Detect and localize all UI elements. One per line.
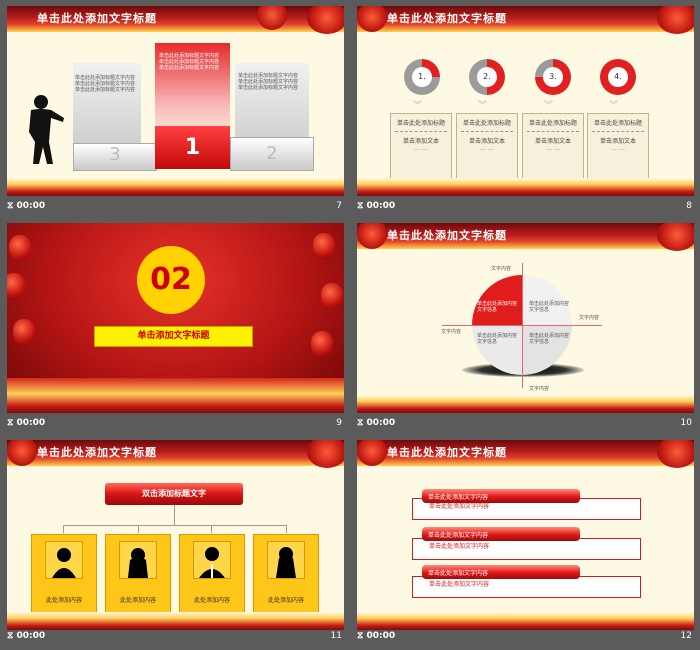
person-avatar-icon bbox=[199, 547, 225, 578]
lantern-icon bbox=[321, 283, 343, 309]
pie-quadrant-tl bbox=[472, 275, 522, 325]
lantern-icon bbox=[313, 233, 335, 259]
lantern-icon bbox=[311, 331, 333, 357]
slide-bottom-decoration bbox=[7, 178, 344, 196]
slide-timer: ⧖ 00:00 bbox=[357, 201, 396, 211]
quadrant-text-tl: 单击此处添加内容文字信息 bbox=[477, 301, 518, 313]
progress-ring-4: 4. bbox=[600, 59, 636, 95]
slide-footer: ⧖ 00:00 9 bbox=[7, 413, 344, 433]
slide-number: 10 bbox=[680, 418, 692, 428]
slide-thumbnail-7[interactable]: 单击此处添加文字标题 单击此处添加标题文字内容 单击此处添加标题文字内容 单击此… bbox=[7, 6, 344, 216]
podium-text-third: 单击此处添加标题文字内容 单击此处添加标题文字内容 单击此处添加标题文字内容 bbox=[75, 75, 136, 93]
slide-bottom-decoration bbox=[357, 612, 694, 630]
podium-step-1: 1 bbox=[155, 126, 230, 169]
podium-second-panel: 单击此处添加标题文字内容 单击此处添加标题文字内容 单击此处添加标题文字内容 bbox=[235, 63, 309, 143]
slide-canvas: 单击此处添加文字标题 单击此处添加标题文字内容 单击此处添加标题文字内容 单击此… bbox=[7, 6, 344, 196]
progress-ring-2: 2. bbox=[469, 59, 505, 95]
slide-thumbnail-10[interactable]: 单击此处添加文字标题 单击此处添加内容文字信息 单击此处添加内容文字信息 单击此… bbox=[357, 223, 694, 433]
slide-number: 12 bbox=[680, 631, 692, 641]
axis-label-right: 文字内容 bbox=[579, 315, 600, 321]
slide-title: 单击此处添加文字标题 bbox=[387, 446, 507, 459]
slide-number: 8 bbox=[686, 201, 692, 211]
chevron-down-icon: ︾ bbox=[544, 101, 554, 111]
person-card-2[interactable]: 此处添加内容 bbox=[105, 534, 171, 620]
slide-timer: ⧖ 00:00 bbox=[7, 418, 46, 428]
chevron-down-icon: ︾ bbox=[609, 101, 619, 111]
slide-timer: ⧖ 00:00 bbox=[357, 418, 396, 428]
slide-thumbnail-8[interactable]: 单击此处添加文字标题 1. 2. 3. 4. ︾ ︾ ︾ ︾ 单击此处添加标题 … bbox=[357, 6, 694, 216]
lantern-icon bbox=[7, 273, 25, 299]
slide-footer: ⧖ 00:00 8 bbox=[357, 196, 694, 216]
slide-bottom-decoration bbox=[357, 395, 694, 413]
slide-footer: ⧖ 00:00 7 bbox=[7, 196, 344, 216]
quadrant-text-br: 单击此处添加内容文字信息 bbox=[529, 333, 570, 345]
quadrant-text-bl: 单击此处添加内容文字信息 bbox=[477, 333, 518, 345]
axis-horizontal bbox=[442, 325, 602, 326]
quadrant-text-tr: 单击此处添加内容文字信息 bbox=[529, 301, 570, 313]
slide-timer: ⧖ 00:00 bbox=[7, 201, 46, 211]
person-card-3[interactable]: 此处添加内容 bbox=[179, 534, 245, 620]
progress-ring-1: 1. bbox=[404, 59, 440, 95]
slide-title: 单击此处添加文字标题 bbox=[37, 446, 157, 459]
lantern-icon bbox=[13, 319, 35, 345]
presenter-silhouette-icon bbox=[29, 95, 64, 186]
slide-timer: ⧖ 00:00 bbox=[7, 631, 46, 641]
slide-canvas: 单击此处添加文字标题 单击此处添加内容文字信息 单击此处添加内容文字信息 单击此… bbox=[357, 223, 694, 413]
org-connector bbox=[174, 505, 175, 525]
content-bar-2[interactable]: 单击此处添加文字内容 bbox=[422, 527, 580, 541]
podium-text-second: 单击此处添加标题文字内容 单击此处添加标题文字内容 单击此处添加标题文字内容 bbox=[238, 73, 299, 91]
info-card-1[interactable]: 单击此处添加标题 单击添加文本… … bbox=[390, 113, 452, 179]
slide-timer: ⧖ 00:00 bbox=[357, 631, 396, 641]
axis-label-left: 文字内容 bbox=[441, 329, 462, 335]
chevron-down-icon: ︾ bbox=[413, 101, 423, 111]
content-bar-1[interactable]: 单击此处添加文字内容 bbox=[422, 489, 580, 503]
slide-canvas: 02 单击添加文字标题 bbox=[7, 223, 344, 413]
podium-third-panel: 单击此处添加标题文字内容 单击此处添加标题文字内容 单击此处添加标题文字内容 bbox=[73, 63, 141, 143]
person-card-1[interactable]: 此处添加内容 bbox=[31, 534, 97, 620]
org-connector bbox=[63, 525, 287, 526]
person-avatar-icon bbox=[52, 548, 76, 578]
slide-canvas: 单击此处添加文字标题 单击此处添加文字内容 单击此处添加文字内容 单击此处添加文… bbox=[357, 440, 694, 630]
slide-canvas: 单击此处添加文字标题 1. 2. 3. 4. ︾ ︾ ︾ ︾ 单击此处添加标题 … bbox=[357, 6, 694, 196]
slide-number: 9 bbox=[336, 418, 342, 428]
slide-thumbnail-12[interactable]: 单击此处添加文字标题 单击此处添加文字内容 单击此处添加文字内容 单击此处添加文… bbox=[357, 440, 694, 650]
slide-title: 单击此处添加文字标题 bbox=[387, 229, 507, 242]
axis-label-top: 文字内容 bbox=[491, 266, 512, 272]
slide-title: 单击此处添加文字标题 bbox=[37, 12, 157, 25]
progress-ring-3: 3. bbox=[535, 59, 571, 95]
slide-number: 7 bbox=[336, 201, 342, 211]
pie-quadrant-tr bbox=[522, 275, 572, 325]
content-box-3[interactable]: 单击此处添加文字内容 bbox=[412, 576, 641, 598]
axis-label-bottom: 文字内容 bbox=[529, 386, 550, 392]
slide-footer: ⧖ 00:00 10 bbox=[357, 413, 694, 433]
content-box-2[interactable]: 单击此处添加文字内容 bbox=[412, 538, 641, 560]
podium-step-2: 2 bbox=[230, 137, 314, 171]
info-card-2[interactable]: 单击此处添加标题 单击添加文本… … bbox=[456, 113, 518, 179]
slide-footer: ⧖ 00:00 12 bbox=[357, 630, 694, 643]
slide-title: 单击此处添加文字标题 bbox=[387, 12, 507, 25]
info-card-4[interactable]: 单击此处添加标题 单击添加文本… … bbox=[587, 113, 649, 179]
slide-bottom-decoration bbox=[7, 378, 344, 413]
slide-thumbnail-9[interactable]: 02 单击添加文字标题 ⧖ 00:00 9 bbox=[7, 223, 344, 433]
org-head-box[interactable]: 双击添加标题文字 bbox=[105, 483, 243, 505]
chevron-down-icon: ︾ bbox=[478, 101, 488, 111]
slide-bottom-decoration bbox=[7, 612, 344, 630]
person-card-4[interactable]: 此处添加内容 bbox=[253, 534, 319, 620]
podium-step-3: 3 bbox=[73, 143, 157, 171]
podium-text-first: 单击此处添加标题文字内容 单击此处添加标题文字内容 单击此处添加标题文字内容 bbox=[159, 53, 220, 71]
section-subtitle: 单击添加文字标题 bbox=[94, 326, 253, 347]
slide-thumbnail-11[interactable]: 单击此处添加文字标题 双击添加标题文字 此处添加内容 此处添加内容 此处添加内容… bbox=[7, 440, 344, 650]
slide-footer: ⧖ 00:00 11 bbox=[7, 630, 344, 643]
slide-canvas: 单击此处添加文字标题 双击添加标题文字 此处添加内容 此处添加内容 此处添加内容… bbox=[7, 440, 344, 630]
person-avatar-icon bbox=[276, 547, 296, 578]
section-number-badge: 02 bbox=[137, 246, 205, 314]
content-bar-3[interactable]: 单击此处添加文字内容 bbox=[422, 565, 580, 579]
slide-number: 11 bbox=[330, 631, 342, 641]
lantern-icon bbox=[9, 235, 31, 261]
person-avatar-icon bbox=[128, 548, 148, 578]
info-card-3[interactable]: 单击此处添加标题 单击添加文本… … bbox=[522, 113, 584, 179]
slide-bottom-decoration bbox=[357, 178, 694, 196]
